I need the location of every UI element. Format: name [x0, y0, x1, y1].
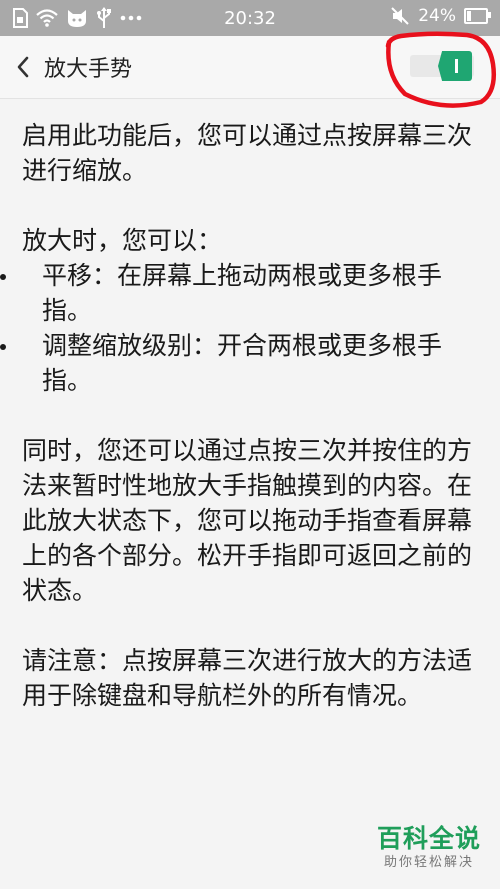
- battery-percent: 24%: [418, 6, 456, 26]
- note-paragraph: 请注意：点按屏幕三次进行放大的方法适用于除键盘和导航栏外的所有情况。: [22, 646, 473, 710]
- status-right-icons: 24%: [390, 6, 491, 26]
- bullet-dot: [0, 344, 6, 350]
- chevron-left-icon[interactable]: [12, 53, 36, 81]
- list-item: 调整缩放级别：开合两根或更多根手指。: [0, 328, 478, 398]
- zoom-options-title: 放大时，您可以：: [22, 226, 223, 255]
- hold-paragraph: 同时，您还可以通过点按三次并按住的方法来暂时性地放大手指触摸到的内容。在此放大状…: [22, 436, 473, 605]
- watermark-logo: 百科全说 助你轻松解决: [368, 824, 490, 879]
- bullet-text: 平移：在屏幕上拖动两根或更多根手指。: [42, 261, 443, 325]
- watermark-main-text: 百科全说: [376, 824, 481, 853]
- list-item: 平移：在屏幕上拖动两根或更多根手指。: [0, 258, 478, 328]
- description-content: 启用此功能后，您可以通过点按屏幕三次进行缩放。 放大时，您可以： 平移：在屏幕上…: [0, 118, 478, 748]
- intro-paragraph: 启用此功能后，您可以通过点按屏幕三次进行缩放。: [22, 121, 473, 185]
- mute-icon: [391, 7, 409, 25]
- bullet-dot: [0, 274, 6, 280]
- battery-level: [467, 11, 471, 21]
- annotation-circle: [385, 31, 496, 108]
- bullet-text: 调整缩放级别：开合两根或更多根手指。: [42, 331, 443, 395]
- battery-icon: [464, 8, 491, 24]
- watermark-sub-text: 助你轻松解决: [383, 855, 474, 870]
- zoom-options-list: 平移：在屏幕上拖动两根或更多根手指。 调整缩放级别：开合两根或更多根手指。: [0, 258, 478, 398]
- page-title: 放大手势: [44, 57, 133, 82]
